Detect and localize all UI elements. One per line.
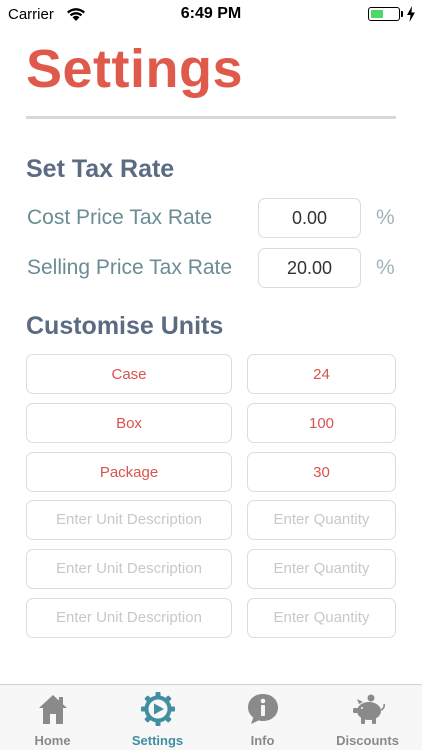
tab-label: Info (250, 733, 275, 748)
tab-label: Settings (131, 733, 184, 748)
selling-price-tax-label: Selling Price Tax Rate (27, 256, 233, 279)
tab-settings[interactable]: Settings (105, 685, 210, 750)
cost-price-tax-input[interactable] (258, 198, 361, 238)
page-title: Settings (26, 39, 244, 99)
status-bar: Carrier 6:49 PM (0, 0, 422, 30)
selling-price-tax-input[interactable] (258, 248, 361, 288)
tab-home[interactable]: Home (0, 685, 105, 750)
unit-description-input[interactable] (26, 452, 232, 492)
info-icon (248, 694, 278, 724)
tab-label: Home (34, 733, 71, 748)
title-divider (26, 116, 396, 119)
tab-label: Discounts (336, 733, 399, 748)
gear-icon (141, 692, 175, 726)
percent-sign: % (376, 206, 395, 229)
unit-quantity-input[interactable]: Enter Quantity (247, 598, 396, 638)
tab-bar: Home Settings Info Discounts (0, 684, 422, 750)
section-heading-tax: Set Tax Rate (26, 155, 175, 183)
unit-description-input[interactable] (26, 354, 232, 394)
charging-bolt-icon (407, 6, 415, 22)
unit-quantity-input[interactable] (247, 354, 396, 394)
unit-quantity-input[interactable]: Enter Quantity (247, 549, 396, 589)
unit-quantity-input[interactable]: Enter Quantity (247, 500, 396, 540)
unit-quantity-input[interactable] (247, 403, 396, 443)
unit-description-input[interactable] (26, 403, 232, 443)
unit-description-input[interactable]: Enter Unit Description (26, 500, 232, 540)
piggy-bank-icon (353, 694, 385, 724)
unit-description-input[interactable]: Enter Unit Description (26, 549, 232, 589)
clock: 6:49 PM (180, 5, 242, 22)
cost-price-tax-label: Cost Price Tax Rate (27, 206, 213, 229)
percent-sign: % (376, 256, 395, 279)
battery-icon (368, 7, 400, 21)
tab-discounts[interactable]: Discounts (315, 685, 420, 750)
section-heading-units: Customise Units (26, 312, 224, 340)
unit-quantity-input[interactable] (247, 452, 396, 492)
battery-level (371, 10, 383, 18)
unit-description-input[interactable]: Enter Unit Description (26, 598, 232, 638)
house-icon (39, 695, 67, 724)
tab-info[interactable]: Info (210, 685, 315, 750)
battery-tip (401, 11, 403, 17)
